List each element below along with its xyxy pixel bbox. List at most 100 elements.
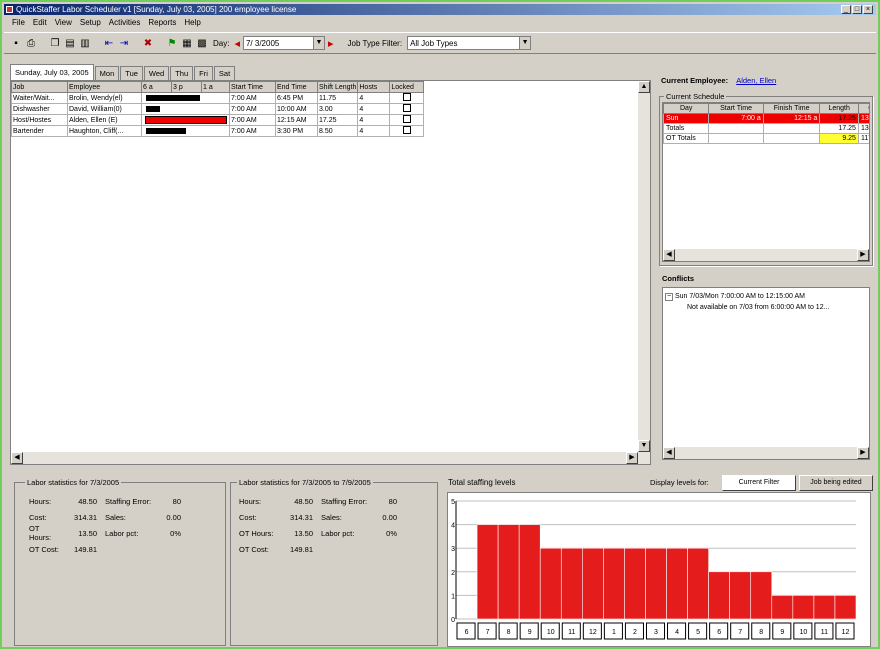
start-cell[interactable]: 7:00 AM	[229, 103, 276, 115]
chevron-down-icon[interactable]: ▼	[312, 37, 324, 49]
paste-icon[interactable]: ▤	[64, 37, 76, 49]
table-row[interactable]: Dishwasher David, William(0) 7:00 AM 10:…	[11, 103, 425, 115]
scroll-right-icon[interactable]: ▶	[626, 452, 638, 464]
calendar-icon[interactable]: ▦	[181, 37, 193, 49]
col-hosts[interactable]: Hosts	[357, 81, 391, 93]
table-row[interactable]: Bartender Haughton, Cliff(... 7:00 AM 3:…	[11, 125, 425, 137]
conflicts-tree[interactable]: − Sun 7/03/Mon 7:00:00 AM to 12:15:00 AM …	[662, 287, 870, 460]
shift-right-icon[interactable]: ⇥	[118, 37, 130, 49]
next-day-icon[interactable]: ▸	[328, 37, 334, 50]
end-cell[interactable]: 10:00 AM	[275, 103, 318, 115]
close-button[interactable]: ×	[863, 5, 873, 14]
menu-reports[interactable]: Reports	[148, 16, 176, 30]
gantt-cell[interactable]	[141, 92, 230, 104]
employee-cell[interactable]: Alden, Ellen (E)	[67, 114, 142, 126]
table-row[interactable]: Waiter/Wait... Brolin, Wendy(el) 7:00 AM…	[11, 92, 425, 104]
shift-bar[interactable]	[146, 106, 160, 112]
col-locked[interactable]: Locked	[389, 81, 425, 93]
length-cell[interactable]: 17.25	[316, 114, 359, 126]
tab-sat[interactable]: Sat	[213, 66, 236, 80]
grid-vertical-scrollbar[interactable]: ▲ ▼	[638, 81, 650, 464]
maximize-button[interactable]: □	[852, 5, 862, 14]
job-cell[interactable]: Waiter/Wait...	[11, 92, 68, 104]
length-cell[interactable]: 8.50	[316, 125, 359, 137]
schedule-grid[interactable]: Job Employee 6 a 3 p 1 a Start Time End …	[10, 80, 651, 465]
menu-edit[interactable]: Edit	[33, 16, 47, 30]
tab-sunday[interactable]: Sunday, July 03, 2005	[10, 64, 94, 80]
chevron-down-icon[interactable]: ▼	[519, 37, 531, 49]
collapse-icon[interactable]: −	[665, 293, 673, 301]
current-employee-link[interactable]: Alden, Ellen	[736, 76, 776, 85]
table-row[interactable]: Sun 7:00 a 12:15 a 17.25 135.36	[663, 113, 869, 124]
conflict-node-label[interactable]: Sun 7/03/Mon 7:00:00 AM to 12:15:00 AM	[675, 293, 805, 300]
menu-activities[interactable]: Activities	[109, 16, 141, 30]
hosts-cell[interactable]: 4	[357, 125, 391, 137]
tab-wed[interactable]: Wed	[143, 66, 170, 80]
current-filter-button[interactable]: Current Filter	[722, 475, 796, 491]
menu-setup[interactable]: Setup	[80, 16, 101, 30]
shift-bar[interactable]	[146, 128, 186, 134]
locked-checkbox[interactable]	[402, 104, 411, 112]
col-employee[interactable]: Employee	[67, 81, 142, 93]
hosts-cell[interactable]: 4	[357, 103, 391, 115]
schedule-horizontal-scrollbar[interactable]: ◀ ▶	[663, 249, 869, 261]
date-picker[interactable]: 7/ 3/2005 ▼	[242, 36, 325, 50]
col-shift-length[interactable]: Shift Length	[316, 81, 359, 93]
shift-left-icon[interactable]: ⇤	[103, 37, 115, 49]
col-job[interactable]: Job	[11, 81, 68, 93]
delete-icon[interactable]: ✖	[142, 37, 154, 49]
job-type-filter-select[interactable]: All Job Types ▼	[407, 36, 532, 50]
end-cell[interactable]: 12:15 AM	[275, 114, 318, 126]
employee-cell[interactable]: Haughton, Cliff(...	[67, 125, 142, 137]
col-start-time[interactable]: Start Time	[229, 81, 276, 93]
locked-checkbox[interactable]	[402, 93, 411, 101]
end-cell[interactable]: 6:45 PM	[275, 92, 318, 104]
hosts-cell[interactable]: 4	[357, 114, 391, 126]
scroll-left-icon[interactable]: ◀	[11, 452, 23, 464]
prev-day-icon[interactable]: ◂	[234, 37, 240, 50]
job-being-edited-button[interactable]: Job being edited	[799, 475, 873, 491]
end-cell[interactable]: 3:30 PM	[275, 125, 318, 137]
scroll-down-icon[interactable]: ▼	[638, 440, 650, 452]
menu-file[interactable]: File	[12, 16, 25, 30]
length-cell[interactable]: 3.00	[316, 103, 359, 115]
locked-checkbox[interactable]	[402, 115, 411, 123]
conflict-child-label[interactable]: Not available on 7/03 from 6:00:00 AM to…	[687, 304, 829, 311]
scroll-right-icon[interactable]: ▶	[857, 249, 869, 261]
col-end-time[interactable]: End Time	[275, 81, 318, 93]
flag-icon[interactable]: ⚑	[166, 37, 178, 49]
scroll-up-icon[interactable]: ▲	[638, 81, 650, 93]
length-cell[interactable]: 11.75	[316, 92, 359, 104]
start-cell[interactable]: 7:00 AM	[229, 114, 276, 126]
start-cell[interactable]: 7:00 AM	[229, 92, 276, 104]
table-row[interactable]: Host/Hostes Alden, Ellen (E) 7:00 AM 12:…	[11, 114, 425, 126]
start-cell[interactable]: 7:00 AM	[229, 125, 276, 137]
conflicts-horizontal-scrollbar[interactable]: ◀ ▶	[663, 447, 869, 459]
menu-view[interactable]: View	[55, 16, 72, 30]
menu-help[interactable]: Help	[184, 16, 200, 30]
grid-horizontal-scrollbar[interactable]: ◀ ▶	[11, 452, 638, 464]
tab-fri[interactable]: Fri	[194, 66, 213, 80]
conflict-node[interactable]: − Sun 7/03/Mon 7:00:00 AM to 12:15:00 AM	[665, 291, 867, 302]
paste-special-icon[interactable]: ▥	[79, 37, 91, 49]
save-icon[interactable]: ▪	[10, 37, 22, 49]
minimize-button[interactable]: _	[841, 5, 851, 14]
scroll-left-icon[interactable]: ◀	[663, 447, 675, 459]
gantt-cell[interactable]	[141, 103, 230, 115]
shift-bar[interactable]	[146, 95, 200, 101]
table-row[interactable]: OT Totals 9.25 117.34	[663, 133, 869, 144]
employee-cell[interactable]: Brolin, Wendy(el)	[67, 92, 142, 104]
table-row[interactable]: Totals 17.25 135.34	[663, 123, 869, 134]
print-icon[interactable]: ⎙	[25, 37, 37, 49]
job-cell[interactable]: Bartender	[11, 125, 68, 137]
tab-thu[interactable]: Thu	[170, 66, 194, 80]
clipboard-icon[interactable]: ▩	[196, 37, 208, 49]
shift-bar-selected[interactable]	[145, 116, 227, 124]
tab-mon[interactable]: Mon	[94, 66, 120, 80]
job-cell[interactable]: Dishwasher	[11, 103, 68, 115]
gantt-cell[interactable]	[141, 125, 230, 137]
conflict-child[interactable]: Not available on 7/03 from 6:00:00 AM to…	[665, 302, 867, 313]
tab-tue[interactable]: Tue	[120, 66, 143, 80]
scroll-left-icon[interactable]: ◀	[663, 249, 675, 261]
job-cell[interactable]: Host/Hostes	[11, 114, 68, 126]
